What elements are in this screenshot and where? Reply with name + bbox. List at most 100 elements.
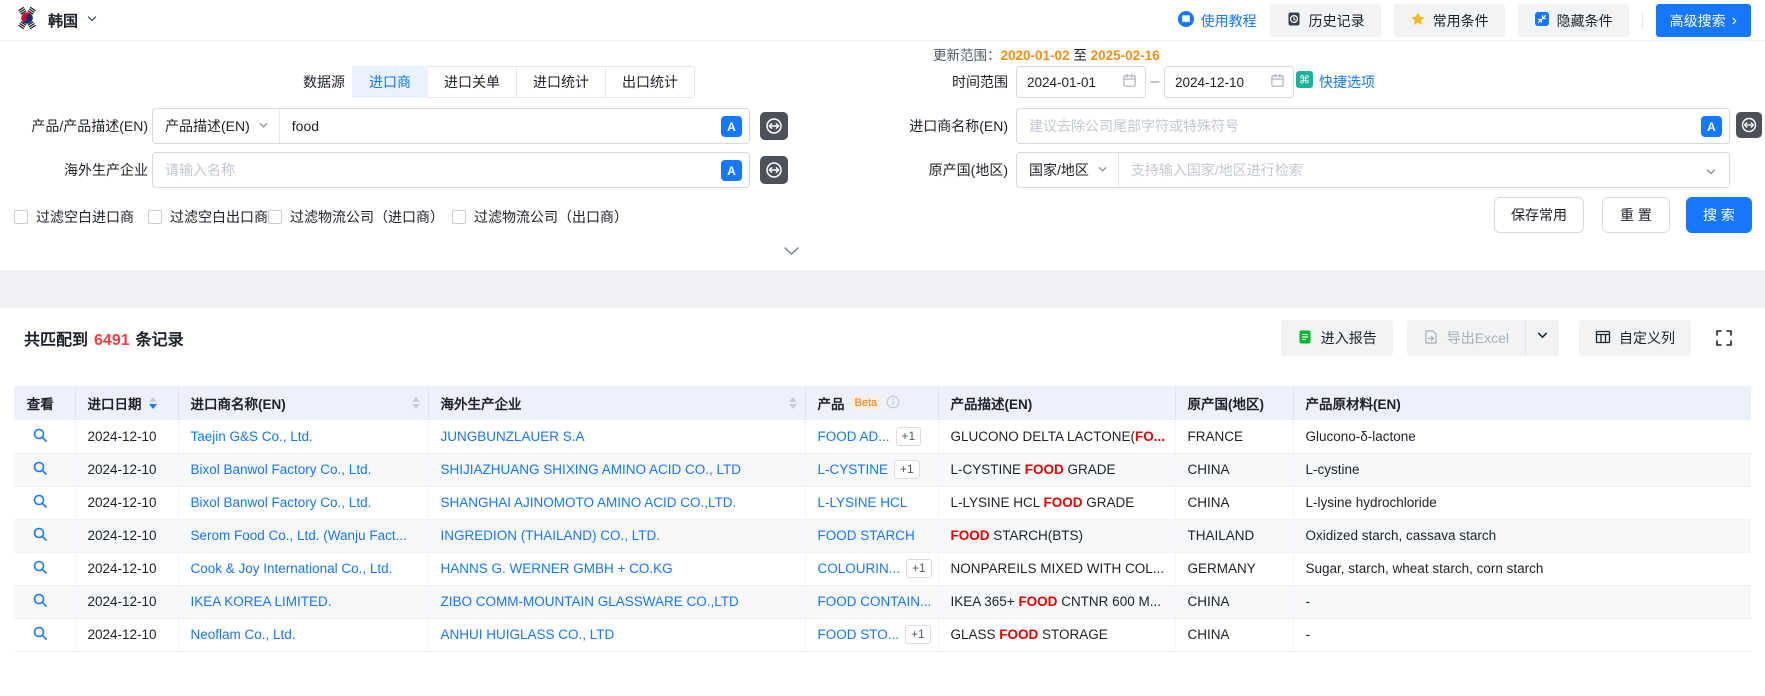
checkbox-filter-blank-exporter[interactable]: 过滤空白出口商 (148, 207, 268, 227)
col-header-import-date[interactable]: 进口日期 (75, 386, 178, 420)
view-record-icon[interactable] (32, 625, 48, 644)
view-record-icon[interactable] (32, 427, 48, 446)
checkbox-box[interactable] (452, 210, 466, 224)
export-excel-button[interactable]: 导出Excel (1407, 320, 1525, 356)
manufacturer-link[interactable]: JUNGBUNZLAUER S.A (441, 429, 585, 444)
cell-material: Oxidized starch, cassava starch (1293, 519, 1751, 552)
checkbox-filter-blank-importer[interactable]: 过滤空白进口商 (14, 207, 134, 227)
report-icon (1297, 329, 1313, 348)
manufacturer-link[interactable]: ZIBO COMM-MOUNTAIN GLASSWARE CO.,LTD (441, 594, 739, 609)
importer-link[interactable]: Taejin G&S Co., Ltd. (191, 429, 313, 444)
manufacturer-link[interactable]: SHIJIAZHUANG SHIXING AMINO ACID CO., LTD (441, 462, 742, 477)
col-header-material: 产品原材料(EN) (1293, 386, 1751, 420)
cell-description: GLUCONO DELTA LACTONE(FO... (938, 420, 1175, 453)
manufacturer-link[interactable]: ANHUI HUIGLASS CO., LTD (441, 627, 615, 642)
translate-icon[interactable]: A (721, 160, 742, 186)
importer-link[interactable]: Bixol Banwol Factory Co., Ltd. (191, 495, 372, 510)
collapse-panel-button[interactable] (771, 243, 811, 261)
checkbox-box[interactable] (268, 210, 282, 224)
product-type-select[interactable]: 产品描述(EN) (153, 109, 280, 143)
more-products-badge[interactable]: +1 (894, 460, 920, 479)
product-link[interactable]: FOOD CONTAIN... (818, 594, 932, 609)
product-link[interactable]: L-CYSTINE (818, 462, 889, 477)
product-field-group: 产品描述(EN) A (152, 108, 750, 144)
checkbox-box[interactable] (148, 210, 162, 224)
importer-link[interactable]: Neoflam Co., Ltd. (191, 627, 296, 642)
results-panel: 共匹配到 6491 条记录 进入报告 导出Excel (0, 308, 1765, 696)
view-record-icon[interactable] (32, 559, 48, 578)
more-products-badge[interactable]: +1 (896, 427, 922, 446)
view-record-icon[interactable] (32, 493, 48, 512)
tab-export-statistics[interactable]: 出口统计 (605, 66, 695, 98)
customize-columns-button[interactable]: 自定义列 (1579, 320, 1691, 356)
tutorial-link[interactable]: 使用教程 (1177, 10, 1257, 31)
view-record-icon[interactable] (32, 592, 48, 611)
save-favorite-button[interactable]: 保存常用 (1494, 197, 1584, 233)
more-products-badge[interactable]: +1 (906, 559, 932, 578)
product-link[interactable]: FOOD STARCH (818, 528, 915, 543)
origin-search-input[interactable] (1119, 153, 1699, 187)
table-body: 2024-12-10 Taejin G&S Co., Ltd. JUNGBUNZ… (14, 420, 1751, 651)
search-button[interactable]: 搜 索 (1686, 197, 1752, 233)
update-range-label: 更新范围： (933, 48, 1001, 63)
translate-icon[interactable]: A (1701, 116, 1722, 142)
view-record-icon[interactable] (32, 460, 48, 479)
tab-importers[interactable]: 进口商 (352, 66, 428, 98)
checkbox-label: 过滤物流公司（进口商） (290, 207, 444, 227)
history-button[interactable]: 历史记录 (1270, 4, 1381, 37)
product-link[interactable]: L-LYSINE HCL (818, 495, 908, 510)
importer-link[interactable]: Bixol Banwol Factory Co., Ltd. (191, 462, 372, 477)
reset-button[interactable]: 重 置 (1602, 197, 1670, 233)
origin-type-value: 国家/地区 (1029, 160, 1089, 180)
manufacturer-link[interactable]: HANNS G. WERNER GMBH + CO.KG (441, 561, 673, 576)
view-record-icon[interactable] (32, 526, 48, 545)
exclude-filter-icon[interactable] (760, 156, 788, 184)
col-header-importer[interactable]: 进口商名称(EN) (178, 386, 428, 420)
product-link[interactable]: COLOURIN... (818, 561, 901, 576)
country-selector[interactable]: 韩国 (14, 0, 98, 41)
manufacturer-link[interactable]: INGREDION (THAILAND) CO., LTD. (441, 528, 661, 543)
table-header-row: 查看 进口日期 进口商名称(EN) 海外生产企业 (14, 386, 1751, 420)
origin-type-select[interactable]: 国家/地区 (1017, 153, 1119, 187)
date-end-input[interactable]: 2024-12-10 (1164, 66, 1294, 98)
translate-icon[interactable]: A (721, 116, 742, 142)
fullscreen-icon[interactable] (1711, 320, 1737, 356)
manufacturer-search-input[interactable] (153, 153, 749, 187)
date-start-input[interactable]: 2024-01-01 (1016, 66, 1146, 98)
advanced-search-button[interactable]: 高级搜索 › (1656, 4, 1751, 37)
export-options-chevron[interactable] (1525, 320, 1559, 356)
importer-link[interactable]: Serom Food Co., Ltd. (Wanju Fact... (191, 528, 407, 543)
exclude-filter-icon[interactable] (760, 112, 788, 140)
sort-icon[interactable] (789, 397, 797, 409)
checkbox-filter-logistics-exporter[interactable]: 过滤物流公司（出口商） (452, 207, 628, 227)
more-products-badge[interactable]: +1 (905, 625, 931, 644)
info-icon[interactable] (886, 395, 900, 412)
desc-text: GLASS (951, 627, 1000, 642)
quick-options-link[interactable]: ⌘ 快捷选项 (1296, 66, 1375, 98)
checkbox-filter-logistics-importer[interactable]: 过滤物流公司（进口商） (268, 207, 444, 227)
importer-search-input[interactable] (1017, 109, 1729, 143)
tab-import-statistics[interactable]: 进口统计 (516, 66, 606, 98)
sort-icon[interactable] (412, 397, 420, 409)
cell-import-date: 2024-12-10 (75, 486, 178, 519)
favorite-conditions-button[interactable]: 常用条件 (1394, 4, 1505, 37)
chevron-down-icon[interactable] (1705, 165, 1717, 183)
cell-origin: CHINA (1175, 486, 1293, 519)
product-link[interactable]: FOOD AD... (818, 429, 890, 444)
manufacturer-link[interactable]: SHANGHAI AJINOMOTO AMINO ACID CO.,LTD. (441, 495, 737, 510)
checkbox-box[interactable] (14, 210, 28, 224)
tab-import-declarations[interactable]: 进口关单 (427, 66, 517, 98)
cell-description: IKEA 365+ FOOD CNTNR 600 M... (938, 585, 1175, 618)
sort-icon[interactable] (149, 397, 157, 409)
enter-report-button[interactable]: 进入报告 (1281, 320, 1393, 356)
exclude-filter-icon[interactable] (1736, 112, 1762, 138)
col-header-manufacturer[interactable]: 海外生产企业 (428, 386, 805, 420)
cell-import-date: 2024-12-10 (75, 585, 178, 618)
product-link[interactable]: FOOD STO... (818, 627, 900, 642)
desc-text: GRADE (1083, 495, 1135, 510)
importer-link[interactable]: IKEA KOREA LIMITED. (191, 594, 332, 609)
product-search-input[interactable] (280, 109, 749, 143)
importer-link[interactable]: Cook & Joy International Co., Ltd. (191, 561, 393, 576)
hide-conditions-button[interactable]: 隐藏条件 (1518, 4, 1629, 37)
results-table: 查看 进口日期 进口商名称(EN) 海外生产企业 (14, 386, 1751, 652)
